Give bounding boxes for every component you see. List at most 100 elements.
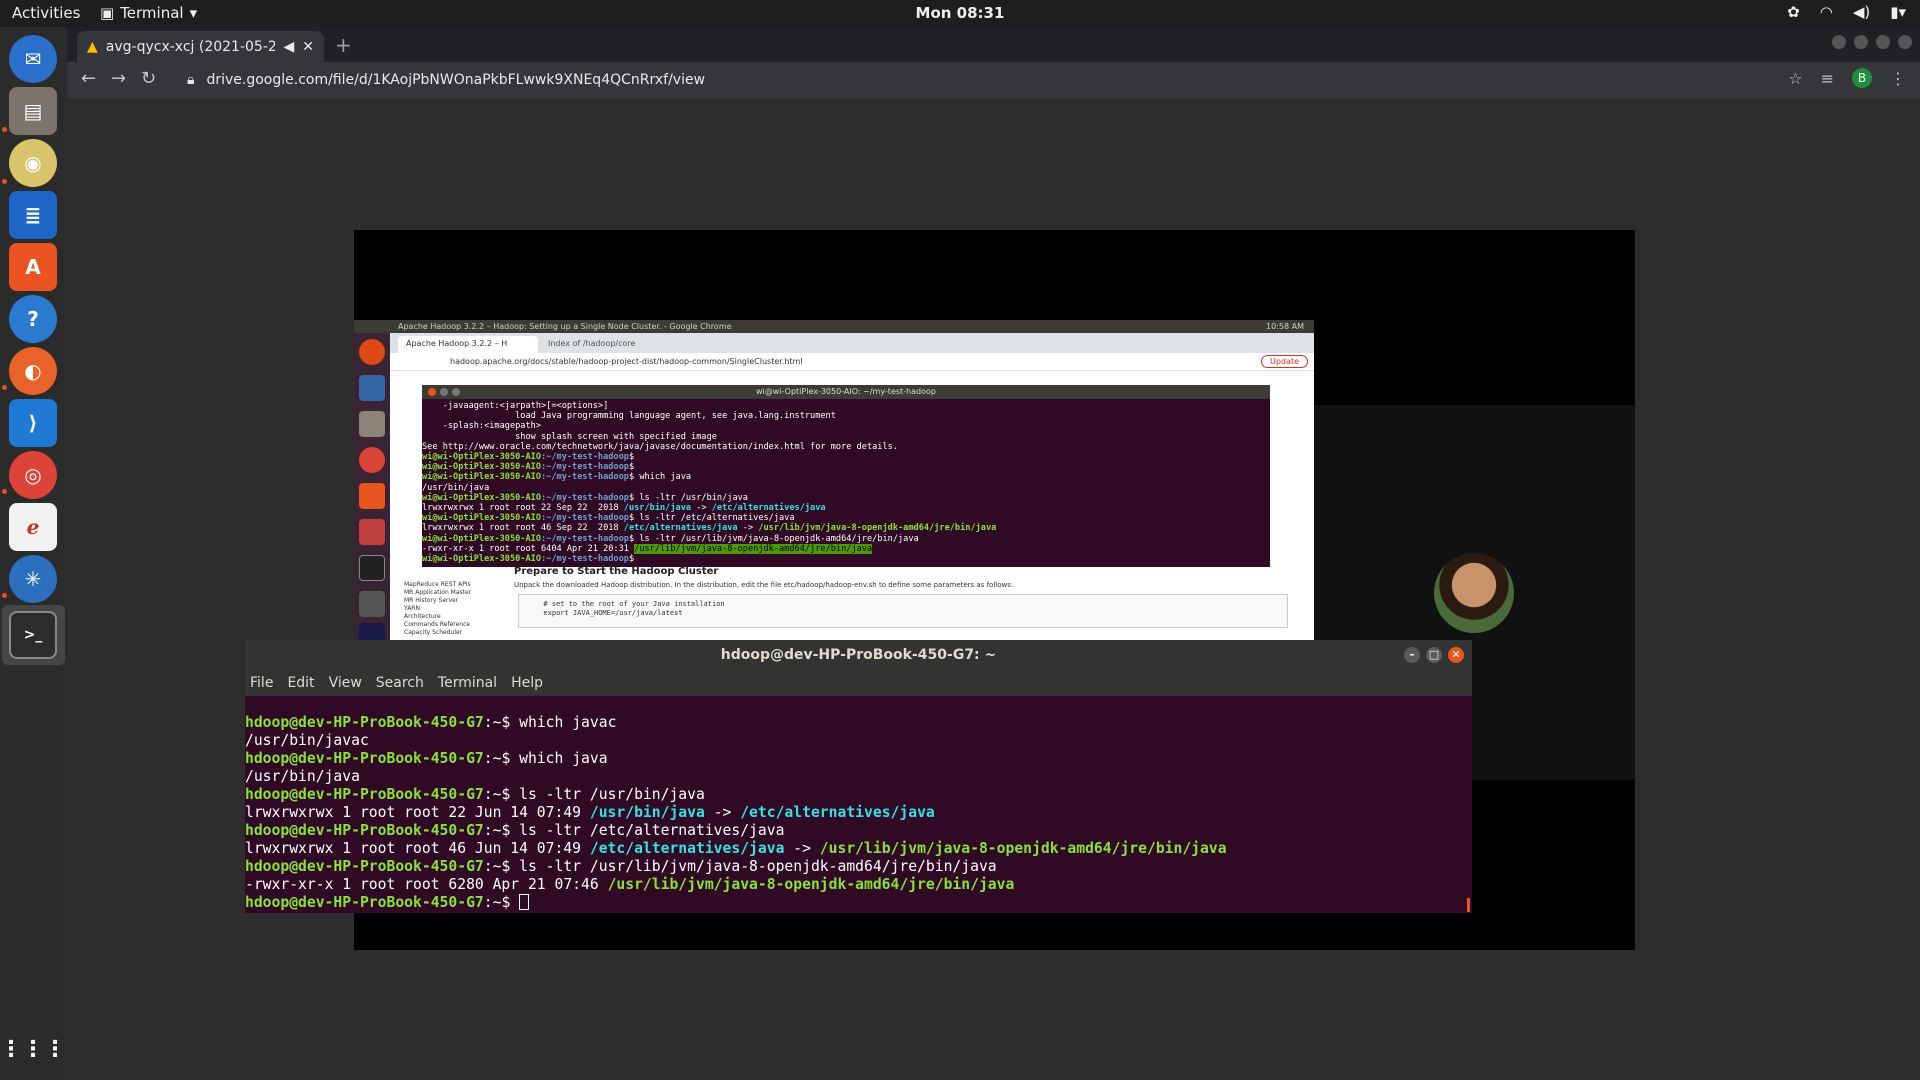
software-icon[interactable]: A: [9, 243, 57, 291]
terminal-line: /usr/bin/java: [245, 768, 360, 785]
webcam-avatar: [1434, 553, 1514, 633]
running-indicator: [2, 593, 7, 598]
recorded-terminal-line: wi@wi-OptiPlex-3050-AIO:~/my-test-hadoop…: [422, 533, 919, 544]
recorded-terminal-title: wi@wi-OptiPlex-3050-AIO: ~/my-test-hadoo…: [422, 385, 1270, 399]
terminal-line: hdoop@dev-HP-ProBook-450-G7:~$: [245, 894, 1472, 912]
terminal-line: hdoop@dev-HP-ProBook-450-G7:~$ ls -ltr /…: [245, 858, 997, 875]
dock: ✉ ▤ ◉ ≣ A ? ◐ ⟩ ◎ ℯ ✳ >_ ⋮⋮⋮: [0, 27, 67, 1080]
menu-file[interactable]: File: [250, 675, 273, 691]
audio-icon[interactable]: ◀: [283, 39, 294, 55]
close-window-icon[interactable]: [1898, 35, 1912, 49]
menu-kebab-icon[interactable]: ⋮: [1890, 69, 1906, 88]
lock-icon: 🔒︎: [187, 72, 195, 88]
settings-icon: [359, 519, 385, 545]
chrome-icon[interactable]: ◎: [9, 451, 57, 499]
menu-edit[interactable]: Edit: [287, 675, 314, 691]
tab-title: avg-qycx-xcj (2021-05-2: [105, 38, 276, 55]
camera-icon: [359, 591, 385, 617]
recorded-terminal-line: /usr/bin/java: [422, 482, 490, 493]
recorded-terminal: wi@wi-OptiPlex-3050-AIO: ~/my-test-hadoo…: [422, 385, 1270, 567]
back-icon[interactable]: ←: [81, 68, 96, 89]
menu-help[interactable]: Help: [511, 675, 543, 691]
sidebar-item: Capacity Scheduler: [404, 629, 463, 636]
new-tab-button[interactable]: +: [335, 33, 352, 57]
recorded-url: hadoop.apache.org/docs/stable/hadoop-pro…: [450, 357, 803, 366]
settings-icon[interactable]: ✳: [9, 555, 57, 603]
recorded-terminal-line: -rwxr-xr-x 1 root root 6404 Apr 21 20:31…: [422, 543, 873, 554]
minimize-icon[interactable]: [1854, 35, 1868, 49]
terminal-window[interactable]: hdoop@dev-HP-ProBook-450-G7: ~ – □ ✕ Fil…: [245, 640, 1472, 913]
recorded-terminal-line: lrwxrwxrwx 1 root root 22 Sep 22 2018 /u…: [422, 503, 826, 514]
running-indicator: [2, 179, 7, 184]
volume-icon[interactable]: ◀): [1853, 3, 1870, 21]
battery-icon[interactable]: ▮▾: [1890, 3, 1906, 21]
pycharm-icon: [359, 623, 385, 640]
close-tab-icon[interactable]: ✕: [302, 39, 314, 55]
recorded-window-title: Apache Hadoop 3.2.2 – Hadoop: Setting up…: [398, 322, 732, 331]
recorded-terminal-line: wi@wi-OptiPlex-3050-AIO:~/my-test-hadoop…: [422, 492, 748, 503]
clock[interactable]: Mon 08:31: [0, 4, 1920, 22]
sidebar-item: Architecture: [404, 613, 441, 620]
files-icon[interactable]: ▤: [9, 87, 57, 135]
recorded-terminal-line: See http://www.oracle.com/technetwork/ja…: [422, 441, 898, 452]
recorded-terminal-line: wi@wi-OptiPlex-3050-AIO:~/my-test-hadoop…: [422, 452, 635, 463]
recorded-terminal-line: wi@wi-OptiPlex-3050-AIO:~/my-test-hadoop…: [422, 472, 692, 483]
forward-icon[interactable]: →: [111, 68, 126, 89]
sidebar-item: MR Application Master: [404, 589, 472, 596]
media-control-icon[interactable]: ≡: [1821, 69, 1834, 88]
thunderbird-icon[interactable]: ✉: [9, 35, 57, 83]
chrome-icon: [359, 447, 385, 473]
recorded-terminal-line: wi@wi-OptiPlex-3050-AIO:~/my-test-hadoop…: [422, 554, 640, 565]
nav-bar: ← → ↻ 🔒︎ drive.google.com/file/d/1KAojPb…: [67, 62, 1920, 98]
address-bar[interactable]: 🔒︎ drive.google.com/file/d/1KAojPbNWOnaP…: [177, 66, 1797, 94]
writer-icon[interactable]: ≣: [9, 191, 57, 239]
notifications-icon[interactable]: ✿: [1787, 3, 1800, 21]
system-tray[interactable]: ✿ ◠ ◀) ▮▾: [1787, 3, 1906, 21]
maximize-icon[interactable]: □: [1426, 647, 1442, 663]
terminal-line: hdoop@dev-HP-ProBook-450-G7:~$ which jav…: [245, 714, 617, 731]
terminal-scroll-indicator: [1467, 898, 1470, 912]
profile-avatar[interactable]: B: [1852, 68, 1872, 88]
screenshot-icon[interactable]: ℯ: [9, 503, 57, 551]
tab-strip: ▲ avg-qycx-xcj (2021-05-2 ◀ ✕ +: [67, 27, 1920, 62]
menu-view[interactable]: View: [329, 675, 362, 691]
maximize-icon[interactable]: [1876, 35, 1890, 49]
recorded-terminal-title-text: wi@wi-OptiPlex-3050-AIO: ~/my-test-hadoo…: [756, 387, 936, 396]
terminal-window-controls: – □ ✕: [1404, 647, 1464, 663]
terminal-titlebar[interactable]: hdoop@dev-HP-ProBook-450-G7: ~ – □ ✕: [245, 640, 1472, 670]
recorded-nav: hadoop.apache.org/docs/stable/hadoop-pro…: [390, 353, 1314, 371]
menu-search[interactable]: Search: [376, 675, 424, 691]
terminal-line: -rwxr-xr-x 1 root root 6280 Apr 21 07:46…: [245, 876, 1015, 893]
recorded-terminal-line: -javaagent:<jarpath>[=<options>]: [422, 401, 609, 411]
ubuntu-icon: [359, 339, 385, 365]
bookmark-star-icon[interactable]: ☆: [1788, 69, 1802, 88]
recorded-update-button: Update: [1261, 355, 1308, 368]
browser-tab[interactable]: ▲ avg-qycx-xcj (2021-05-2 ◀ ✕: [77, 31, 324, 62]
files-icon: [359, 411, 385, 437]
terminal-line: lrwxrwxrwx 1 root root 22 Jun 14 07:49 /…: [245, 804, 935, 821]
terminal-line: hdoop@dev-HP-ProBook-450-G7:~$ ls -ltr /…: [245, 822, 785, 839]
recorded-terminal-line: -splash:<imagepath>: [422, 421, 541, 432]
help-icon[interactable]: ?: [9, 295, 57, 343]
terminal-cursor: [519, 894, 530, 910]
vscode-icon[interactable]: ⟩: [9, 399, 57, 447]
terminal-icon[interactable]: >_: [9, 611, 57, 659]
firefox-icon[interactable]: ◐: [9, 347, 57, 395]
close-icon[interactable]: ✕: [1448, 647, 1464, 663]
recorded-time: 10:58 AM: [1266, 322, 1304, 331]
running-indicator: [2, 127, 7, 132]
terminal-title: hdoop@dev-HP-ProBook-450-G7: ~: [720, 647, 997, 663]
tab-search-icon[interactable]: [1832, 35, 1846, 49]
reload-icon[interactable]: ↻: [141, 68, 156, 89]
rhythmbox-icon[interactable]: ◉: [9, 139, 57, 187]
running-indicator: [2, 489, 7, 494]
recorded-launcher: [354, 333, 390, 640]
show-apps-icon[interactable]: ⋮⋮⋮: [0, 1025, 66, 1073]
software-icon: [359, 483, 385, 509]
sidebar-item: Commands Reference: [404, 621, 471, 628]
wifi-icon[interactable]: ◠: [1820, 3, 1833, 21]
menu-terminal[interactable]: Terminal: [438, 675, 497, 691]
minimize-icon[interactable]: –: [1404, 647, 1420, 663]
terminal-body[interactable]: hdoop@dev-HP-ProBook-450-G7:~$ which jav…: [245, 696, 1472, 912]
recorded-heading: Prepare to Start the Hadoop Cluster: [514, 566, 719, 577]
